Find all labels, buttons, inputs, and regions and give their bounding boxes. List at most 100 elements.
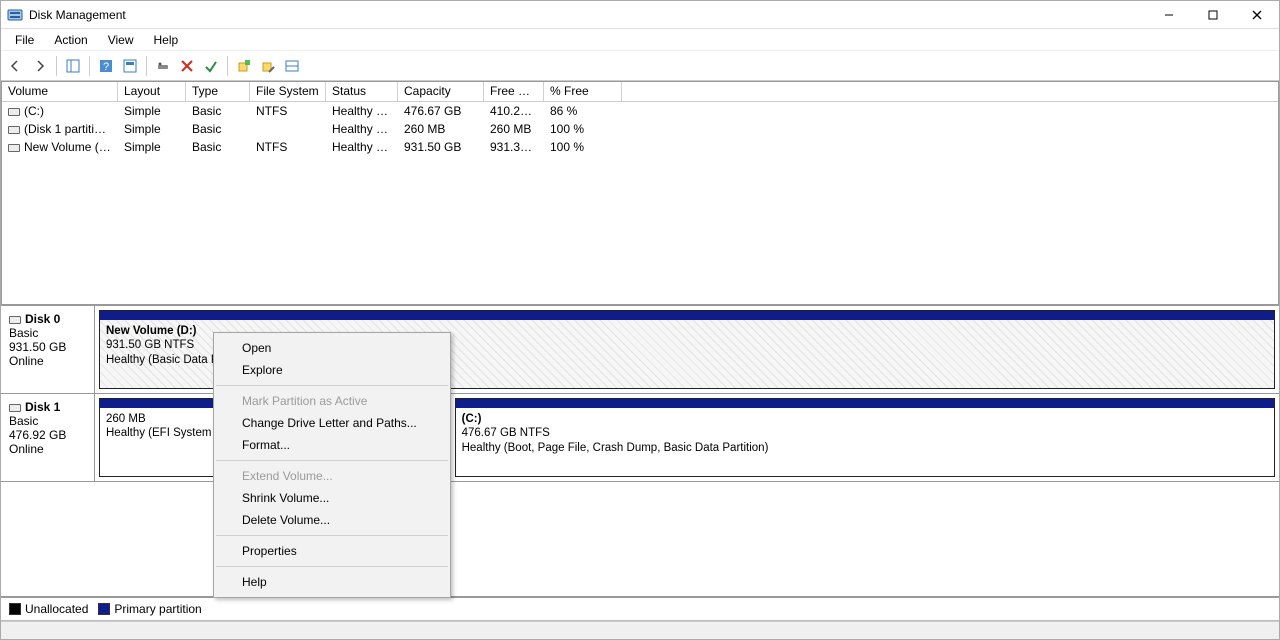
status-bar — [1, 621, 1279, 639]
context-item-help[interactable]: Help — [214, 571, 450, 593]
refresh-button[interactable] — [152, 55, 174, 77]
partition-context-menu: OpenExplore Mark Partition as ActiveChang… — [213, 332, 451, 598]
help-button[interactable]: ? — [95, 55, 117, 77]
col-layout[interactable]: Layout — [118, 82, 186, 101]
toolbar: ? — [1, 51, 1279, 81]
volume-name: (C:) — [24, 104, 44, 118]
context-item-extend-volume: Extend Volume... — [214, 465, 450, 487]
disk-icon — [9, 404, 21, 412]
volume-row[interactable]: (Disk 1 partition 1)SimpleBasicHealthy (… — [2, 120, 1278, 138]
disk-size: 931.50 GB — [9, 340, 66, 354]
volume-type: Basic — [186, 140, 250, 154]
context-item-change-drive-letter-and-paths[interactable]: Change Drive Letter and Paths... — [214, 412, 450, 434]
volume-name: New Volume (D:) — [24, 140, 115, 154]
volume-free: 931.37 GB — [484, 140, 544, 154]
toolbar-divider — [146, 56, 147, 76]
volume-capacity: 476.67 GB — [398, 104, 484, 118]
volume-layout: Simple — [118, 140, 186, 154]
volume-layout: Simple — [118, 122, 186, 136]
context-item-explore[interactable]: Explore — [214, 359, 450, 381]
volume-list-header: Volume Layout Type File System Status Ca… — [2, 82, 1278, 102]
close-button[interactable] — [1235, 1, 1279, 29]
context-item-format[interactable]: Format... — [214, 434, 450, 456]
partition-status: Healthy (Boot, Page File, Crash Dump, Ba… — [462, 441, 1268, 455]
partition-size: 476.67 GB NTFS — [462, 426, 1268, 440]
disk-name: Disk 0 — [25, 312, 60, 326]
properties-button[interactable] — [257, 55, 279, 77]
delete-button[interactable] — [176, 55, 198, 77]
disk-type: Basic — [9, 414, 38, 428]
disk-state: Online — [9, 354, 44, 368]
forward-button[interactable] — [29, 55, 51, 77]
context-item-open[interactable]: Open — [214, 337, 450, 359]
console-tree-button[interactable] — [62, 55, 84, 77]
disk-icon — [9, 316, 21, 324]
menu-action[interactable]: Action — [46, 31, 95, 49]
volume-name: (Disk 1 partition 1) — [24, 122, 118, 136]
volume-free: 260 MB — [484, 122, 544, 136]
volume-row[interactable]: (C:)SimpleBasicNTFSHealthy (B...476.67 G… — [2, 102, 1278, 120]
volume-pctfree: 100 % — [544, 122, 622, 136]
menu-view[interactable]: View — [100, 31, 142, 49]
new-volume-button[interactable] — [233, 55, 255, 77]
maximize-button[interactable] — [1191, 1, 1235, 29]
menu-bar: File Action View Help — [1, 29, 1279, 51]
col-freespace[interactable]: Free Spa... — [484, 82, 544, 101]
disk-info[interactable]: Disk 0Basic931.50 GBOnline — [1, 306, 95, 393]
disk-name: Disk 1 — [25, 400, 60, 414]
col-filesystem[interactable]: File System — [250, 82, 326, 101]
legend-unallocated-label: Unallocated — [25, 602, 88, 616]
legend-unallocated: Unallocated — [9, 602, 88, 616]
volume-status: Healthy (E... — [326, 122, 398, 136]
volume-icon — [8, 144, 20, 152]
legend-primary-label: Primary partition — [114, 602, 201, 616]
toolbar-divider — [56, 56, 57, 76]
svg-text:?: ? — [103, 61, 109, 73]
minimize-button[interactable] — [1147, 1, 1191, 29]
volume-pctfree: 86 % — [544, 104, 622, 118]
back-button[interactable] — [5, 55, 27, 77]
toolbar-divider — [227, 56, 228, 76]
disk-size: 476.92 GB — [9, 428, 66, 442]
disk-graphic-panel: Disk 0Basic931.50 GBOnlineNew Volume (D:… — [1, 305, 1279, 597]
view-options-button[interactable] — [281, 55, 303, 77]
menu-file[interactable]: File — [7, 31, 42, 49]
disk-row: Disk 1Basic476.92 GBOnline260 MBHealthy … — [1, 394, 1279, 482]
context-item-properties[interactable]: Properties — [214, 540, 450, 562]
titlebar: Disk Management — [1, 1, 1279, 29]
settings-button[interactable] — [119, 55, 141, 77]
col-volume[interactable]: Volume — [2, 82, 118, 101]
disk-management-icon — [7, 7, 23, 23]
disk-state: Online — [9, 442, 44, 456]
disk-info[interactable]: Disk 1Basic476.92 GBOnline — [1, 394, 95, 481]
partition[interactable]: (C:)476.67 GB NTFSHealthy (Boot, Page Fi… — [455, 398, 1275, 477]
volume-icon — [8, 126, 20, 134]
col-pctfree[interactable]: % Free — [544, 82, 622, 101]
volume-list[interactable]: Volume Layout Type File System Status Ca… — [1, 81, 1279, 305]
disk-type: Basic — [9, 326, 38, 340]
toolbar-divider — [89, 56, 90, 76]
partition-stripe-icon — [100, 311, 1274, 320]
window-title: Disk Management — [29, 8, 126, 22]
context-item-shrink-volume[interactable]: Shrink Volume... — [214, 487, 450, 509]
apply-button[interactable] — [200, 55, 222, 77]
volume-type: Basic — [186, 104, 250, 118]
disk-management-window: Disk Management File Action View Help ? … — [0, 0, 1280, 640]
legend-bar: Unallocated Primary partition — [1, 597, 1279, 621]
volume-fs: NTFS — [250, 104, 326, 118]
unallocated-swatch-icon — [9, 603, 21, 615]
volume-fs: NTFS — [250, 140, 326, 154]
volume-status: Healthy (B... — [326, 104, 398, 118]
context-item-mark-partition-as-active: Mark Partition as Active — [214, 390, 450, 412]
volume-free: 410.26 GB — [484, 104, 544, 118]
context-separator — [216, 385, 448, 386]
col-type[interactable]: Type — [186, 82, 250, 101]
col-status[interactable]: Status — [326, 82, 398, 101]
volume-row[interactable]: New Volume (D:)SimpleBasicNTFSHealthy (B… — [2, 138, 1278, 156]
partition-title: (C:) — [462, 412, 1268, 426]
volume-status: Healthy (B... — [326, 140, 398, 154]
col-capacity[interactable]: Capacity — [398, 82, 484, 101]
context-separator — [216, 460, 448, 461]
menu-help[interactable]: Help — [146, 31, 187, 49]
context-item-delete-volume[interactable]: Delete Volume... — [214, 509, 450, 531]
